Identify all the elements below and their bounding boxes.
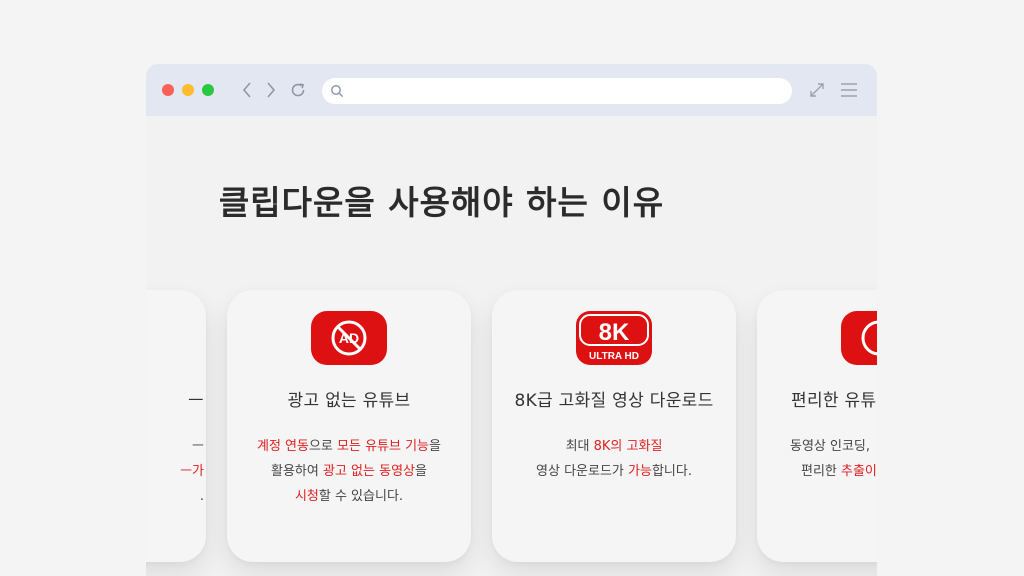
address-bar[interactable] xyxy=(322,78,792,104)
forward-button[interactable] xyxy=(260,78,282,102)
8k-ultra-hd-icon: 8K ULTRA HD xyxy=(576,311,652,365)
feature-card-no-ads: AD 광고 없는 유튜브 계정 연동으로 모든 유튜브 기능을 활용하여 광고 … xyxy=(227,290,471,562)
section-heading: 클립다운을 사용해야 하는 이유 xyxy=(218,183,665,222)
menu-icon xyxy=(841,83,857,97)
feature-card: ㅡ ㅡ ㅡ가 . xyxy=(146,290,206,562)
reload-icon xyxy=(291,83,305,97)
svg-text:8K: 8K xyxy=(599,319,630,346)
minimize-window-button[interactable] xyxy=(182,84,194,96)
card-description: 최대 8K의 고화질 영상 다운로드가 가능합니다. xyxy=(536,439,692,479)
browser-window: 클립다운을 사용해야 하는 이유 ㅡ ㅡ ㅡ가 . AD 광고 없는 유튜브 계… xyxy=(146,64,877,576)
feature-card-partial: 편리한 유튜 동영상 인코딩, 편리한 추출이 xyxy=(757,290,877,562)
menu-button[interactable] xyxy=(838,78,860,102)
close-window-button[interactable] xyxy=(162,84,174,96)
card-title: 광고 없는 유튜브 xyxy=(287,391,411,411)
expand-icon xyxy=(810,83,824,97)
url-input[interactable] xyxy=(348,81,778,101)
maximize-window-button[interactable] xyxy=(202,84,214,96)
card-description: 동영상 인코딩, 편리한 추출이 xyxy=(790,439,877,479)
back-button[interactable] xyxy=(236,78,258,102)
no-ad-icon: AD xyxy=(311,311,387,365)
card-title: ㅡ xyxy=(188,391,204,411)
search-icon xyxy=(331,85,344,98)
card-description: 계정 연동으로 모든 유튜브 기능을 활용하여 광고 없는 동영상을 시청할 수… xyxy=(256,439,441,504)
browser-toolbar xyxy=(146,64,877,116)
chevron-right-icon xyxy=(267,82,276,98)
card-title: 편리한 유튜 xyxy=(791,391,877,411)
svg-text:ULTRA HD: ULTRA HD xyxy=(589,351,639,362)
expand-button[interactable] xyxy=(806,78,828,102)
card-title: 8K급 고화질 영상 다운로드 xyxy=(514,391,714,411)
feature-card-8k: 8K ULTRA HD 8K급 고화질 영상 다운로드 최대 8K의 고화질 영… xyxy=(492,290,736,562)
card-description: ㅡ ㅡ가 . xyxy=(180,439,204,504)
reload-button[interactable] xyxy=(287,78,309,102)
chevron-left-icon xyxy=(242,82,251,98)
extract-icon xyxy=(841,311,877,365)
